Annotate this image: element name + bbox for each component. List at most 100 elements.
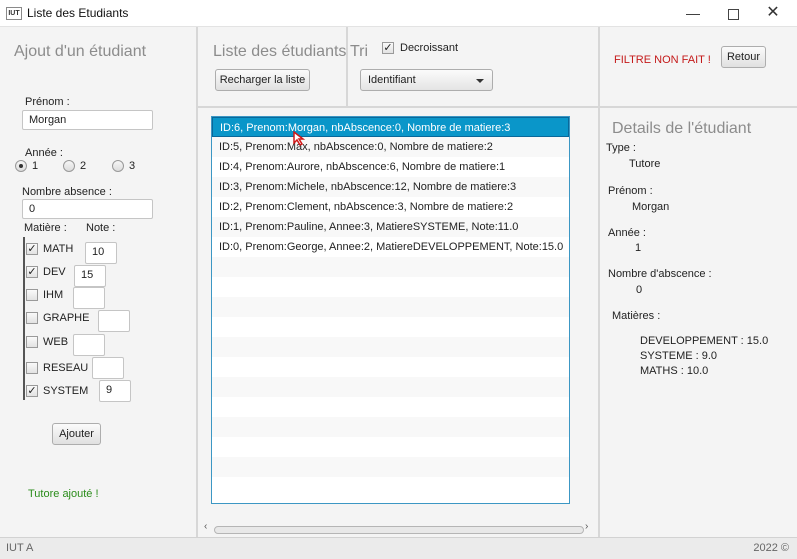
annee-label: Année :: [25, 147, 63, 159]
checkbox-decroissant[interactable]: ✓: [382, 42, 394, 54]
checkbox-web[interactable]: [26, 336, 38, 348]
sort-select-value: Identifiant: [368, 74, 416, 86]
note-input-reseau[interactable]: [92, 357, 124, 379]
list-item[interactable]: ID:5, Prenom:Max, nbAbscence:0, Nombre d…: [212, 137, 569, 157]
annee-radio-1[interactable]: [15, 160, 27, 172]
separator-right: [598, 27, 600, 537]
details-title: Details de l'étudiant: [612, 120, 752, 137]
note-label: Note :: [86, 222, 116, 234]
list-panel-title: Liste des étudiants: [213, 43, 347, 60]
scroll-left-icon[interactable]: ‹: [204, 521, 207, 532]
annee-radio-3[interactable]: [112, 160, 124, 172]
empty-row: [212, 437, 569, 457]
list-item[interactable]: ID:1, Prenom:Pauline, Annee:3, MatiereSY…: [212, 217, 569, 237]
empty-row: [212, 457, 569, 477]
checkbox-dev[interactable]: ✓: [26, 266, 38, 278]
separator-list-header: [198, 106, 598, 108]
add-button[interactable]: Ajouter: [52, 423, 101, 445]
matiere-group-border: [23, 237, 25, 400]
empty-row: [212, 417, 569, 437]
note-input-dev[interactable]: 15: [74, 265, 106, 287]
note-input-math[interactable]: 10: [85, 242, 117, 264]
mouse-cursor-icon: [293, 131, 306, 146]
empty-row: [212, 297, 569, 317]
empty-row: [212, 397, 569, 417]
details-type-value: Tutore: [629, 158, 661, 170]
details-annee-label: Année :: [608, 227, 646, 239]
note-input-graphe[interactable]: [98, 310, 130, 332]
matiere-reseau-label: RESEAU: [43, 362, 89, 374]
filter-warning: FILTRE NON FAIT !: [614, 54, 711, 66]
matiere-label: Matière :: [24, 222, 67, 234]
close-icon[interactable]: ✕: [758, 3, 788, 23]
absence-input[interactable]: 0: [22, 199, 153, 219]
empty-row: [212, 257, 569, 277]
annee-radio-2[interactable]: [63, 160, 75, 172]
statusbar-left-text: IUT A: [6, 542, 34, 554]
details-prenom-label: Prénom :: [608, 185, 653, 197]
annee-radio-2-label: 2: [80, 160, 87, 172]
details-prenom-value: Morgan: [632, 201, 670, 213]
title-bar: IUT Liste des Etudiants — ✕: [0, 0, 797, 27]
status-bar: IUT A 2022 ©: [0, 537, 797, 559]
matiere-system-label: SYSTEM: [43, 385, 89, 397]
matiere-graphe-label: GRAPHE: [43, 312, 90, 324]
maximize-icon[interactable]: [718, 3, 748, 23]
student-list[interactable]: ID:6, Prenom:Morgan, nbAbscence:0, Nombr…: [211, 116, 570, 504]
absence-label: Nombre absence :: [22, 186, 112, 198]
note-input-ihm[interactable]: [73, 287, 105, 309]
list-item[interactable]: ID:3, Prenom:Michele, nbAbscence:12, Nom…: [212, 177, 569, 197]
prenom-label: Prénom :: [25, 96, 70, 108]
details-annee-value: 1: [635, 242, 642, 254]
horizontal-scrollbar[interactable]: ‹ ›: [204, 521, 591, 534]
details-matiere-item: DEVELOPPEMENT : 15.0: [640, 335, 769, 347]
list-item[interactable]: ID:6, Prenom:Morgan, nbAbscence:0, Nombr…: [212, 117, 569, 137]
matiere-math-label: MATH: [43, 243, 74, 255]
list-item[interactable]: ID:4, Prenom:Aurore, nbAbscence:6, Nombr…: [212, 157, 569, 177]
matiere-dev-label: DEV: [43, 266, 66, 278]
empty-row: [212, 357, 569, 377]
prenom-input[interactable]: Morgan: [22, 110, 153, 130]
list-item[interactable]: ID:0, Prenom:George, Annee:2, MatiereDEV…: [212, 237, 569, 257]
checkbox-reseau[interactable]: [26, 362, 38, 374]
statusbar-right-text: 2022 ©: [753, 542, 789, 554]
reload-list-button[interactable]: Recharger la liste: [215, 69, 310, 91]
checkbox-graphe[interactable]: [26, 312, 38, 324]
details-absence-label: Nombre d'abscence :: [608, 268, 712, 280]
checkbox-system[interactable]: ✓: [26, 385, 38, 397]
details-absence-value: 0: [636, 284, 643, 296]
scrollbar-thumb[interactable]: [214, 526, 584, 534]
note-input-web[interactable]: [73, 334, 105, 356]
separator-tri: [346, 27, 348, 107]
details-type-label: Type :: [606, 142, 636, 154]
chevron-down-icon: [476, 79, 484, 83]
checkbox-ihm[interactable]: [26, 289, 38, 301]
empty-row: [212, 377, 569, 397]
tri-label: Tri: [350, 43, 369, 60]
app-icon: IUT: [6, 7, 22, 20]
minimize-icon[interactable]: —: [678, 3, 708, 23]
details-matiere-item: SYSTEME : 9.0: [640, 350, 718, 362]
matiere-ihm-label: IHM: [43, 289, 64, 301]
decroissant-label: Decroissant: [400, 42, 459, 54]
matiere-web-label: WEB: [43, 336, 69, 348]
details-matiere-item: MATHS : 10.0: [640, 365, 709, 377]
back-button[interactable]: Retour: [721, 46, 766, 68]
empty-row: [212, 277, 569, 297]
empty-row: [212, 477, 569, 497]
status-message: Tutore ajouté !: [28, 488, 99, 500]
separator-left: [196, 27, 198, 537]
separator-details-header: [600, 106, 797, 108]
empty-row: [212, 317, 569, 337]
empty-row: [212, 337, 569, 357]
details-matieres-label: Matières :: [612, 310, 661, 322]
window-title: Liste des Etudiants: [27, 6, 129, 20]
note-input-system[interactable]: 9: [99, 380, 131, 402]
annee-radio-1-label: 1: [32, 160, 39, 172]
scroll-right-icon[interactable]: ›: [585, 521, 588, 532]
add-panel-title: Ajout d'un étudiant: [14, 43, 147, 60]
annee-radio-3-label: 3: [129, 160, 136, 172]
sort-select[interactable]: Identifiant: [360, 69, 493, 91]
checkbox-math[interactable]: ✓: [26, 243, 38, 255]
list-item[interactable]: ID:2, Prenom:Clement, nbAbscence:3, Nomb…: [212, 197, 569, 217]
